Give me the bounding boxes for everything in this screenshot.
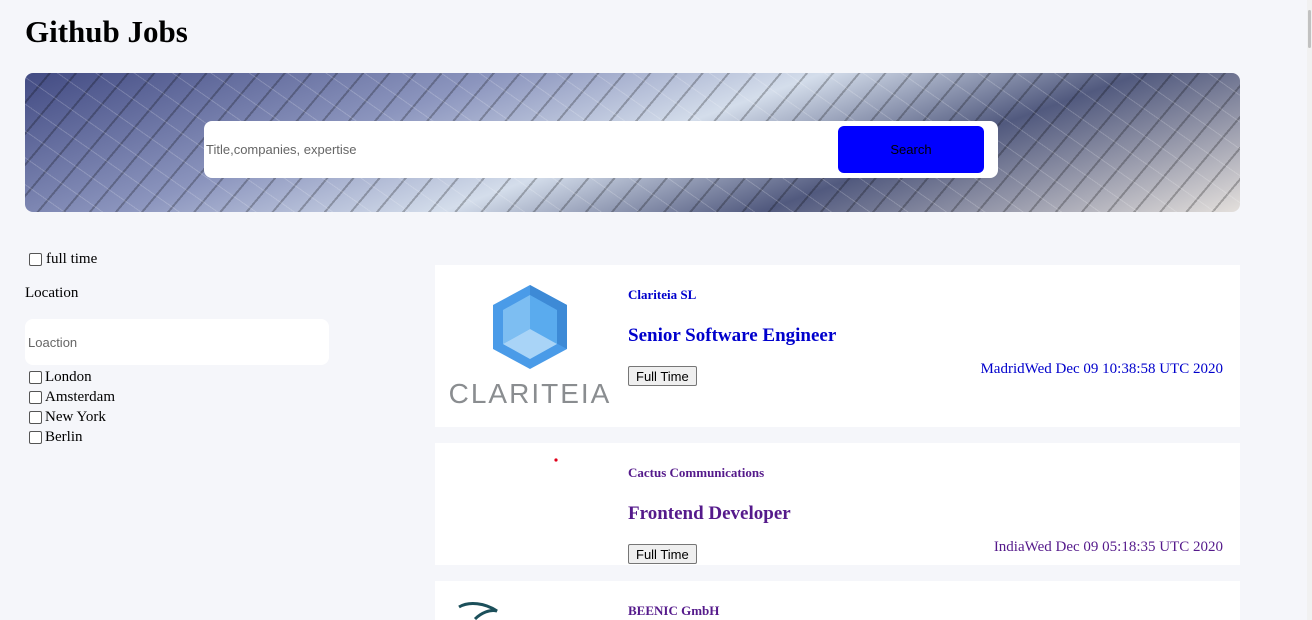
city-checkbox[interactable] <box>29 370 42 384</box>
city-checkbox[interactable] <box>29 390 42 404</box>
job-type-button[interactable]: Full Time <box>628 544 697 564</box>
location-input[interactable] <box>25 319 329 365</box>
location-label: Location <box>25 285 79 301</box>
logo-text: CLARITEIA <box>449 378 612 409</box>
city-checkbox[interactable] <box>29 410 42 424</box>
company-name[interactable]: BEENIC GmbH <box>628 603 719 619</box>
page-scrollbar[interactable] <box>1307 0 1312 620</box>
search-box: Search <box>204 121 998 178</box>
job-title[interactable]: Frontend Developer <box>628 503 791 525</box>
full-time-checkbox[interactable] <box>29 253 42 266</box>
search-input[interactable] <box>206 131 826 167</box>
job-location-date: IndiaWed Dec 09 05:18:35 UTC 2020 <box>994 539 1223 556</box>
city-label: Amsterdam <box>45 388 115 405</box>
company-logo: CLARITEIA <box>435 265 625 427</box>
job-title[interactable]: Senior Software Engineer <box>628 325 836 347</box>
search-button[interactable]: Search <box>838 126 984 173</box>
city-option-amsterdam[interactable]: Amsterdam <box>29 387 115 407</box>
city-label: London <box>45 368 92 385</box>
city-label: New York <box>45 408 106 425</box>
full-time-label: full time <box>46 251 98 267</box>
job-location: Madrid <box>980 361 1025 377</box>
job-location: India <box>993 539 1025 555</box>
job-type-button[interactable]: Full Time <box>628 366 697 386</box>
job-date: Wed Dec 09 10:38:58 UTC 2020 <box>1024 361 1223 377</box>
city-option-berlin[interactable]: Berlin <box>29 427 115 447</box>
job-card[interactable]: BEENIC GmbH <box>435 581 1240 620</box>
job-date: Wed Dec 09 05:18:35 UTC 2020 <box>1024 539 1223 555</box>
company-logo <box>435 443 625 565</box>
app-title: Github Jobs <box>25 14 188 49</box>
job-location-date: MadridWed Dec 09 10:38:58 UTC 2020 <box>980 361 1223 378</box>
city-checkbox[interactable] <box>29 430 42 444</box>
city-filter-list: London Amsterdam New York Berlin <box>29 367 115 447</box>
job-card[interactable]: CLARITEIA Clariteia SL Senior Software E… <box>435 265 1240 427</box>
full-time-filter[interactable]: full time <box>29 251 97 268</box>
job-card[interactable]: Cactus Communications Frontend Developer… <box>435 443 1240 565</box>
company-name[interactable]: Clariteia SL <box>628 287 696 303</box>
city-option-london[interactable]: London <box>29 367 115 387</box>
city-label: Berlin <box>45 428 83 445</box>
city-option-new-york[interactable]: New York <box>29 407 115 427</box>
company-name[interactable]: Cactus Communications <box>628 465 764 481</box>
company-logo <box>435 581 625 620</box>
scrollbar-thumb[interactable] <box>1308 10 1311 48</box>
